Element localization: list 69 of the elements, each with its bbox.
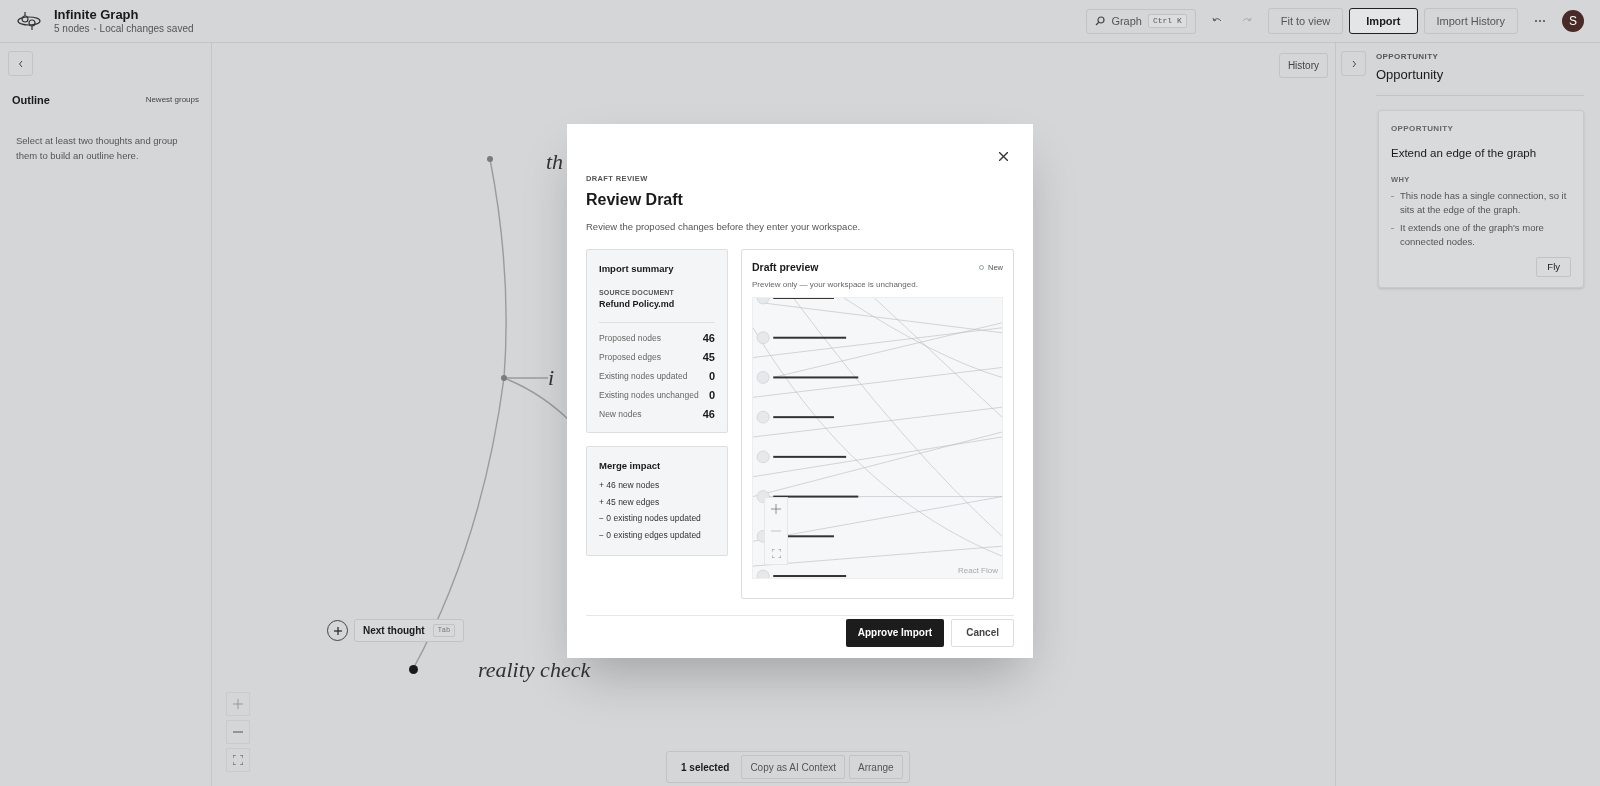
zoom-out-button[interactable] (226, 720, 250, 744)
history-button[interactable]: History (1278, 53, 1328, 78)
fullscreen-icon (771, 548, 781, 558)
merge-title: Merge impact (599, 458, 662, 473)
stat-value: 46 (702, 407, 715, 422)
merge-line: − 0 existing nodes updated (599, 512, 702, 525)
save-status: Local changes saved (99, 22, 194, 36)
dialog-title: Review Draft (586, 190, 684, 211)
chevron-left-icon (17, 59, 24, 68)
minus-icon (233, 731, 243, 733)
thought-label[interactable]: i (548, 361, 555, 394)
stat-value: 46 (702, 331, 715, 346)
redo-icon (1241, 17, 1252, 25)
selection-action-button[interactable]: Copy as AI Context (741, 755, 845, 779)
toolbar-button[interactable]: Fit to view (1267, 8, 1344, 34)
card-eyebrow: OPPORTUNITY (1391, 122, 1455, 135)
merge-line: − 0 existing edges updated (599, 528, 702, 542)
reason-text: It extends one of the graph's more connected nodes. (1400, 221, 1545, 249)
logo-icon (16, 10, 42, 32)
toolbar-button[interactable]: Import (1349, 8, 1418, 34)
panel-eyebrow: OPPORTUNITY (1376, 51, 1440, 63)
stat-label: New nodes (599, 407, 642, 421)
user-avatar[interactable]: S (1562, 10, 1584, 32)
collapse-button[interactable] (8, 51, 33, 76)
thought-label[interactable]: reality check (478, 653, 591, 686)
more-icon (1534, 19, 1546, 23)
fullscreen-icon (233, 755, 243, 765)
preview-note: Preview only — your workspace is unchanged. (752, 279, 919, 292)
undo-icon (1211, 17, 1222, 25)
sort-button[interactable]: Newest groups (145, 94, 199, 107)
stat-label: Existing nodes updated (599, 369, 688, 383)
reason-text: This node has a single connection, so it sits at the edge of the graph. (1400, 189, 1568, 217)
stat-label: Existing nodes unchanged (599, 388, 699, 402)
toolbar-button[interactable]: Import History (1423, 8, 1518, 34)
summary-title: Import summary (599, 261, 675, 276)
stat-label: Proposed nodes (599, 331, 661, 345)
card-title: Extend an edge of the graph (1391, 145, 1538, 161)
search-button[interactable]: Graph Ctrl K (1086, 8, 1196, 34)
zoom-in-button[interactable] (226, 692, 250, 716)
stat-value: 45 (702, 350, 715, 365)
dialog-description: Review the proposed changes before they enter your workspace. (586, 220, 862, 235)
search-icon (1095, 16, 1106, 26)
plus-icon (333, 626, 342, 635)
panel-title: Opportunity (1376, 66, 1445, 84)
plus-icon (771, 504, 781, 515)
shortcut-key: Ctrl K (1147, 14, 1187, 28)
outline-title: Outline (12, 93, 50, 108)
thought-label[interactable]: th (546, 145, 564, 178)
close-icon (998, 151, 1008, 161)
collapse-button[interactable] (1341, 51, 1366, 76)
app-title: Infinite Graph (54, 6, 140, 23)
node-count: 5 nodes (54, 22, 90, 36)
plus-icon (233, 699, 243, 709)
stat-value: 0 (708, 388, 715, 403)
cancel-button[interactable]: Cancel (951, 618, 1014, 647)
outline-empty-text: Select at least two thoughts and group them to build an outline here. (15, 133, 179, 163)
stat-label: Proposed edges (599, 350, 661, 364)
close-button[interactable] (997, 150, 1009, 162)
merge-line: + 46 new nodes (599, 479, 661, 492)
fly-button[interactable]: Fly (1536, 257, 1571, 277)
approve-button[interactable]: Approve Import (845, 618, 945, 647)
chevron-right-icon (1350, 59, 1357, 68)
fit-view-button[interactable] (226, 748, 250, 772)
stat-value: 0 (708, 369, 715, 384)
source-name: Refund Policy.md (599, 298, 676, 312)
preview-title: Draft preview (752, 259, 819, 275)
selection-count: 1 selected (680, 760, 731, 775)
selection-action-button[interactable]: Arrange (849, 755, 903, 779)
merge-line: + 45 new edges (599, 495, 661, 509)
